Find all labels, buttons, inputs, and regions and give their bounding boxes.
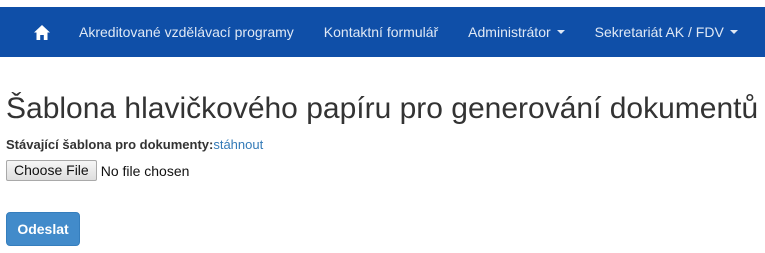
nav-item-label: Sekretariát AK / FDV	[594, 24, 724, 40]
nav-home-link[interactable]	[20, 7, 64, 57]
nav-dropdown-sekretariat[interactable]: Sekretariát AK / FDV	[580, 7, 753, 57]
nav-dropdown-administrator[interactable]: Administrátor	[453, 7, 579, 57]
current-template-label: Stávající šablona pro dokumenty:	[6, 137, 214, 152]
submit-button[interactable]: Odeslat	[6, 212, 80, 246]
download-template-link[interactable]: stáhnout	[213, 137, 263, 152]
top-navbar: Akreditované vzdělávací programy Kontakt…	[0, 7, 765, 57]
choose-file-button[interactable]: Choose File	[6, 160, 97, 181]
current-template-row: Stávající šablona pro dokumenty:stáhnout	[6, 136, 765, 154]
home-icon	[34, 24, 50, 40]
caret-down-icon	[556, 30, 565, 34]
file-input: Choose File No file chosen	[6, 160, 765, 181]
main-content: Šablona hlavičkového papíru pro generová…	[6, 84, 765, 181]
page-title: Šablona hlavičkového papíru pro generová…	[6, 92, 759, 125]
nav-item-label: Kontaktní formulář	[323, 24, 439, 40]
nav-item-kontaktni-formular[interactable]: Kontaktní formulář	[309, 7, 453, 57]
nav-item-label: Akreditované vzdělávací programy	[79, 24, 294, 40]
nav-item-label: Administrátor	[468, 24, 551, 40]
caret-down-icon	[729, 30, 738, 34]
file-input-status: No file chosen	[100, 162, 190, 179]
nav-item-akreditovane-programy[interactable]: Akreditované vzdělávací programy	[64, 7, 309, 57]
